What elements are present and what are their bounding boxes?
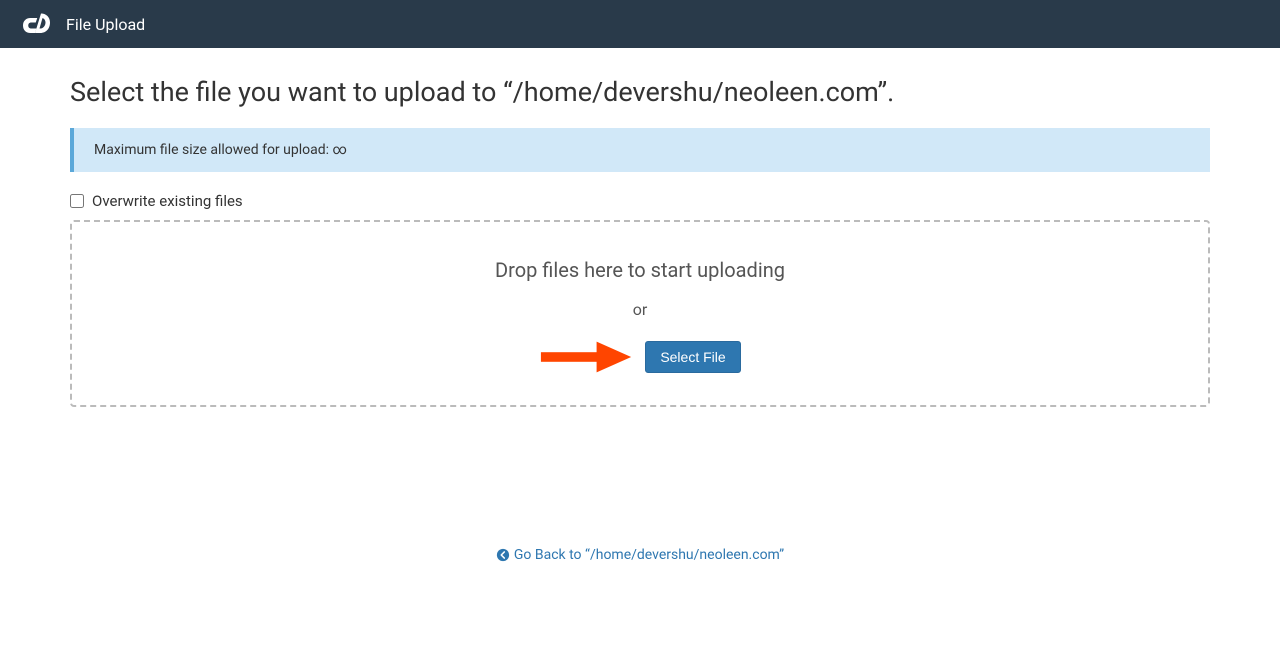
arrow-circle-left-icon [496, 548, 510, 562]
cpanel-logo-icon [20, 10, 56, 38]
app-header: File Upload [0, 0, 1280, 48]
info-message: Maximum file size allowed for upload: ∞ [94, 142, 347, 158]
overwrite-checkbox-row: Overwrite existing files [70, 192, 1210, 210]
overwrite-checkbox[interactable] [70, 194, 84, 208]
go-back-link[interactable]: Go Back to “/home/devershu/neoleen.com” [496, 547, 784, 563]
arrow-right-annotation-icon [539, 339, 635, 375]
select-file-button[interactable]: Select File [645, 341, 740, 373]
file-dropzone[interactable]: Drop files here to start uploading or Se… [70, 220, 1210, 407]
overwrite-label[interactable]: Overwrite existing files [92, 192, 243, 210]
header-title: File Upload [66, 15, 145, 34]
go-back-label: Go Back to “/home/devershu/neoleen.com” [514, 547, 784, 563]
back-link-row: Go Back to “/home/devershu/neoleen.com” [70, 547, 1210, 566]
main-container: Select the file you want to upload to “/… [70, 48, 1210, 586]
dropzone-or-label: or [92, 300, 1188, 319]
dropzone-title: Drop files here to start uploading [92, 258, 1188, 282]
info-notice: Maximum file size allowed for upload: ∞ [70, 128, 1210, 172]
select-file-wrapper: Select File [92, 339, 1188, 375]
page-heading: Select the file you want to upload to “/… [70, 76, 1210, 108]
